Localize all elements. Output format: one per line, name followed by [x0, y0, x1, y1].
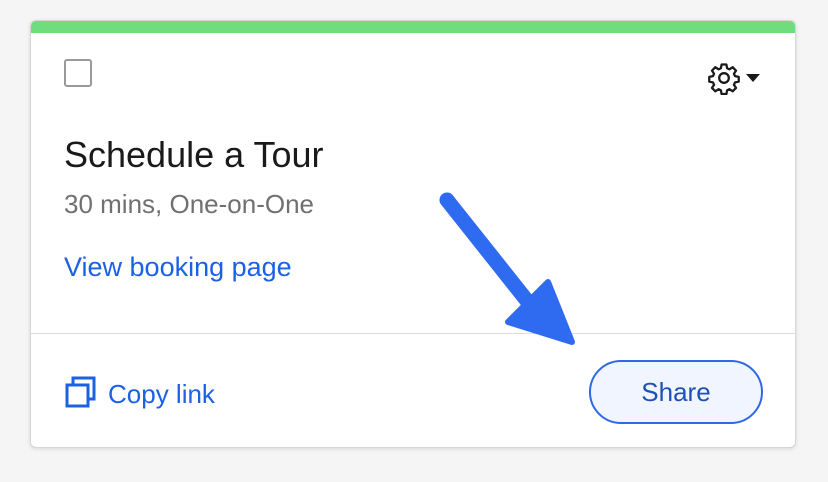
- view-booking-page-link[interactable]: View booking page: [64, 252, 292, 283]
- card-accent-bar: [31, 21, 795, 33]
- event-title: Schedule a Tour: [64, 134, 324, 175]
- caret-down-icon: [745, 73, 761, 83]
- card-divider: [31, 333, 795, 334]
- event-duration-type: 30 mins, One-on-One: [64, 189, 315, 219]
- copy-icon: [64, 375, 98, 414]
- share-button[interactable]: Share: [589, 360, 763, 424]
- copy-link-label: Copy link: [108, 379, 215, 409]
- event-type-card: Schedule a Tour 30 mins, One-on-One View…: [30, 20, 796, 448]
- select-checkbox[interactable]: [64, 59, 92, 87]
- gear-icon: [707, 61, 741, 95]
- settings-menu-button[interactable]: [707, 61, 761, 95]
- copy-link-button[interactable]: Copy link: [64, 375, 215, 414]
